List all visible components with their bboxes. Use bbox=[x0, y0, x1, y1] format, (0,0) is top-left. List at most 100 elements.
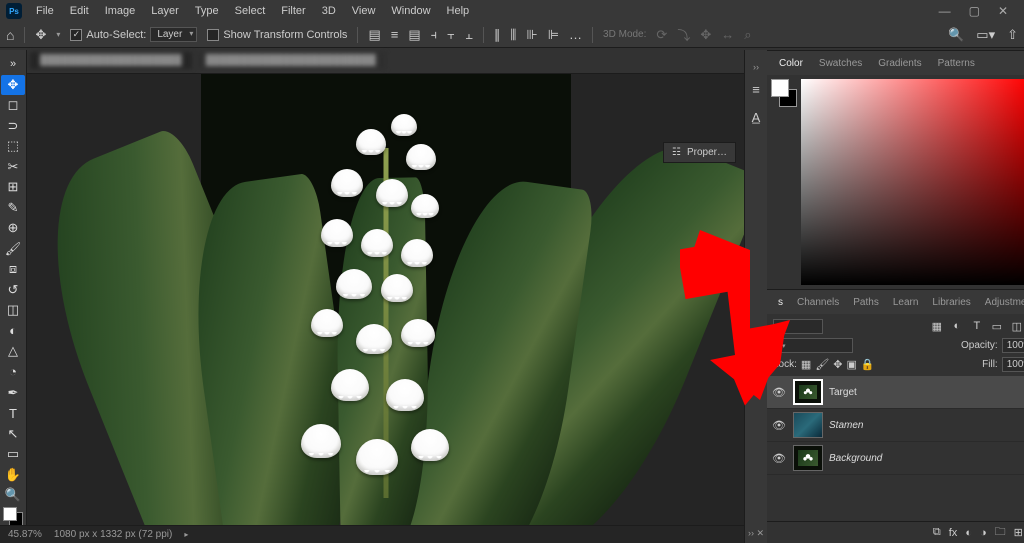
share-icon[interactable]: ⇧ bbox=[1007, 27, 1018, 43]
eyedropper-tool[interactable]: ✎ bbox=[1, 198, 25, 219]
brushes-panel-icon[interactable]: ≡ bbox=[745, 78, 767, 100]
home-icon[interactable]: ⌂ bbox=[6, 27, 14, 43]
gradient-tool[interactable]: ◐ bbox=[1, 321, 25, 342]
frame-tool[interactable]: ⊞ bbox=[1, 177, 25, 198]
auto-select-checkbox[interactable] bbox=[70, 29, 82, 41]
3d-pan-icon[interactable]: ✥ bbox=[700, 27, 711, 43]
3d-orbit-icon[interactable]: ⟳ bbox=[656, 27, 667, 43]
filter-pixel-icon[interactable]: ▦ bbox=[929, 318, 945, 334]
menu-layer[interactable]: Layer bbox=[143, 5, 187, 17]
3d-slide-icon[interactable]: ↔ bbox=[721, 27, 734, 42]
new-layer-icon[interactable]: ⊞ bbox=[1014, 526, 1023, 539]
new-group-icon[interactable]: 🗀 bbox=[995, 523, 1006, 542]
patterns-tab[interactable]: Patterns bbox=[930, 54, 983, 73]
3d-camera-icon[interactable]: ⌕ bbox=[744, 27, 751, 43]
doc-tab-2[interactable]: ████████████████████████ bbox=[196, 52, 386, 69]
menu-image[interactable]: Image bbox=[97, 5, 144, 17]
menu-select[interactable]: Select bbox=[227, 5, 274, 17]
new-adjustment-icon[interactable]: ◑ bbox=[980, 527, 987, 539]
lock-transparency-icon[interactable]: ▦ bbox=[801, 358, 811, 371]
3d-roll-icon[interactable]: ⤵ bbox=[677, 25, 690, 44]
layer-thumbnail[interactable] bbox=[793, 445, 823, 471]
menu-window[interactable]: Window bbox=[383, 5, 438, 17]
character-panel-icon[interactable]: A̲ bbox=[745, 106, 767, 128]
show-transform-checkbox[interactable] bbox=[207, 29, 219, 41]
document-viewport[interactable] bbox=[27, 74, 744, 525]
lock-artboard-icon[interactable]: ▣ bbox=[847, 358, 857, 371]
layer-row-background[interactable]: 👁 Background 🔒 bbox=[767, 442, 1024, 475]
document-info[interactable]: 1080 px x 1332 px (72 ppi) bbox=[54, 529, 172, 540]
hand-tool[interactable]: ✋ bbox=[1, 464, 25, 485]
auto-select-target-dropdown[interactable]: Layer bbox=[150, 27, 197, 42]
layer-mask-icon[interactable]: ◐ bbox=[965, 527, 972, 539]
search-icon[interactable]: 🔍 bbox=[948, 27, 964, 43]
foreground-color[interactable] bbox=[3, 507, 17, 521]
filter-type-icon[interactable]: T bbox=[969, 318, 985, 334]
menu-3d[interactable]: 3D bbox=[314, 5, 344, 17]
align-top-icon[interactable]: ⫞ bbox=[431, 27, 438, 43]
menu-edit[interactable]: Edit bbox=[62, 5, 97, 17]
zoom-tool[interactable]: 🔍 bbox=[1, 485, 25, 506]
opacity-input[interactable]: 100% bbox=[1002, 338, 1024, 353]
fill-input[interactable]: 100% bbox=[1002, 357, 1024, 372]
healing-tool[interactable]: ⊕ bbox=[1, 218, 25, 239]
layer-style-icon[interactable]: fx bbox=[949, 527, 958, 539]
window-minimize[interactable]: — bbox=[935, 4, 955, 18]
lock-all-icon[interactable]: 🔒 bbox=[861, 358, 875, 371]
marquee-tool[interactable]: ◻ bbox=[1, 95, 25, 116]
color-fg-bg-swatch[interactable] bbox=[771, 79, 797, 285]
zoom-level[interactable]: 45.87% bbox=[8, 529, 42, 540]
tools-collapse[interactable]: » bbox=[1, 54, 25, 75]
clone-tool[interactable]: ⧈ bbox=[1, 259, 25, 280]
move-tool-icon[interactable]: ✥ bbox=[35, 27, 46, 43]
blur-tool[interactable]: △ bbox=[1, 341, 25, 362]
layer-name[interactable]: Stamen bbox=[829, 420, 863, 431]
filter-smart-icon[interactable]: ◫ bbox=[1009, 318, 1024, 334]
layer-name[interactable]: Target bbox=[829, 387, 857, 398]
adjustments-tab[interactable]: Adjustments bbox=[978, 293, 1024, 312]
paths-tab[interactable]: Paths bbox=[846, 293, 886, 312]
move-tool[interactable]: ✥ bbox=[1, 75, 25, 96]
layer-row-stamen[interactable]: 👁 Stamen bbox=[767, 409, 1024, 442]
crop-tool[interactable]: ✂ bbox=[1, 157, 25, 178]
menu-type[interactable]: Type bbox=[187, 5, 227, 17]
window-maximize[interactable]: ▢ bbox=[965, 4, 984, 18]
visibility-toggle-icon[interactable]: 👁 bbox=[771, 452, 787, 465]
menu-help[interactable]: Help bbox=[439, 5, 478, 17]
link-layers-icon[interactable]: ⧉ bbox=[933, 526, 941, 539]
layer-kind-filter-dropdown[interactable] bbox=[773, 319, 823, 334]
quick-select-tool[interactable]: ⬚ bbox=[1, 136, 25, 157]
filter-shape-icon[interactable]: ▭ bbox=[989, 318, 1005, 334]
align-center-v-icon[interactable]: ⫟ bbox=[447, 27, 455, 43]
color-tab[interactable]: Color bbox=[771, 54, 811, 73]
align-center-h-icon[interactable]: ≡ bbox=[391, 27, 399, 42]
layer-thumbnail[interactable] bbox=[793, 379, 823, 405]
learn-tab[interactable]: Learn bbox=[886, 293, 926, 312]
swatches-tab[interactable]: Swatches bbox=[811, 54, 870, 73]
doc-tab-1[interactable]: ████████████████████ bbox=[30, 52, 192, 69]
visibility-toggle-icon[interactable]: 👁 bbox=[771, 419, 787, 432]
layer-thumbnail[interactable] bbox=[793, 412, 823, 438]
workspace-icon[interactable]: ▭▾ bbox=[976, 27, 995, 43]
distribute-h-icon[interactable]: ∥ bbox=[494, 27, 501, 43]
canvas[interactable] bbox=[201, 74, 571, 518]
more-align-icon[interactable]: … bbox=[569, 27, 582, 42]
status-info-dropdown[interactable]: ▸ bbox=[184, 530, 188, 539]
layers-tab[interactable]: s bbox=[771, 293, 790, 312]
menu-filter[interactable]: Filter bbox=[273, 5, 313, 17]
properties-collapsed-tab[interactable]: ☷ Proper… bbox=[663, 142, 736, 163]
layer-row-target[interactable]: 👁 Target bbox=[767, 376, 1024, 409]
gradients-tab[interactable]: Gradients bbox=[870, 54, 929, 73]
color-saturation-field[interactable] bbox=[801, 79, 1024, 285]
filter-adjust-icon[interactable]: ◐ bbox=[949, 318, 965, 334]
history-brush-tool[interactable]: ↺ bbox=[1, 280, 25, 301]
menu-file[interactable]: File bbox=[28, 5, 62, 17]
channels-tab[interactable]: Channels bbox=[790, 293, 846, 312]
dodge-tool[interactable]: ◔ bbox=[1, 362, 25, 383]
lock-pixels-icon[interactable]: 🖌 bbox=[815, 358, 829, 371]
path-select-tool[interactable]: ↖ bbox=[1, 423, 25, 444]
shape-tool[interactable]: ▭ bbox=[1, 444, 25, 465]
brush-tool[interactable]: 🖌 bbox=[1, 239, 25, 260]
blend-mode-dropdown[interactable] bbox=[773, 338, 853, 353]
eraser-tool[interactable]: ◫ bbox=[1, 300, 25, 321]
